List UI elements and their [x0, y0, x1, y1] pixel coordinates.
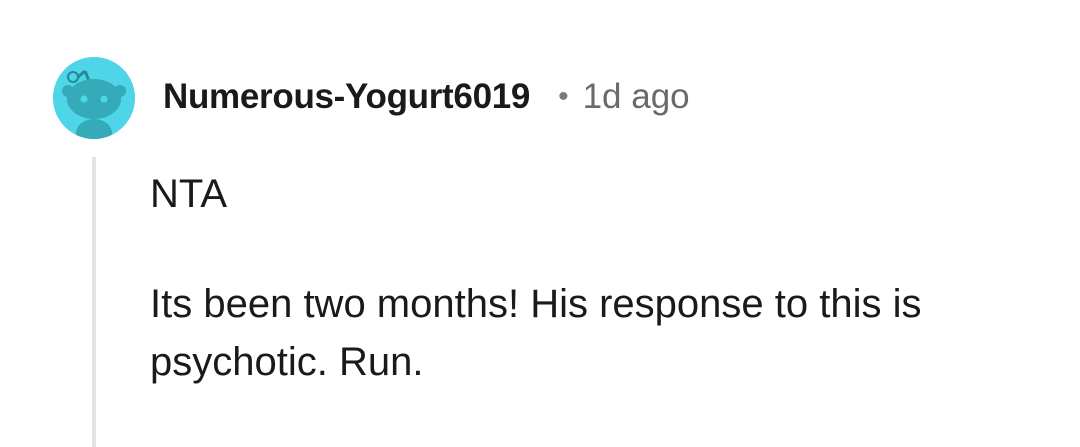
comment-timestamp: 1d ago — [582, 77, 690, 116]
separator-dot: • — [558, 80, 569, 113]
snoo-avatar-icon — [53, 57, 135, 139]
username-link[interactable]: Numerous-Yogurt6019 — [163, 77, 530, 117]
comment-body: NTA Its been two months! His response to… — [150, 165, 1050, 391]
avatar[interactable] — [53, 57, 135, 139]
thread-line[interactable] — [92, 157, 96, 447]
comment-paragraph: Its been two months! His response to thi… — [150, 282, 922, 384]
comment-header: Numerous-Yogurt6019 • 1d ago — [163, 70, 690, 124]
comment-paragraph: NTA — [150, 172, 228, 216]
